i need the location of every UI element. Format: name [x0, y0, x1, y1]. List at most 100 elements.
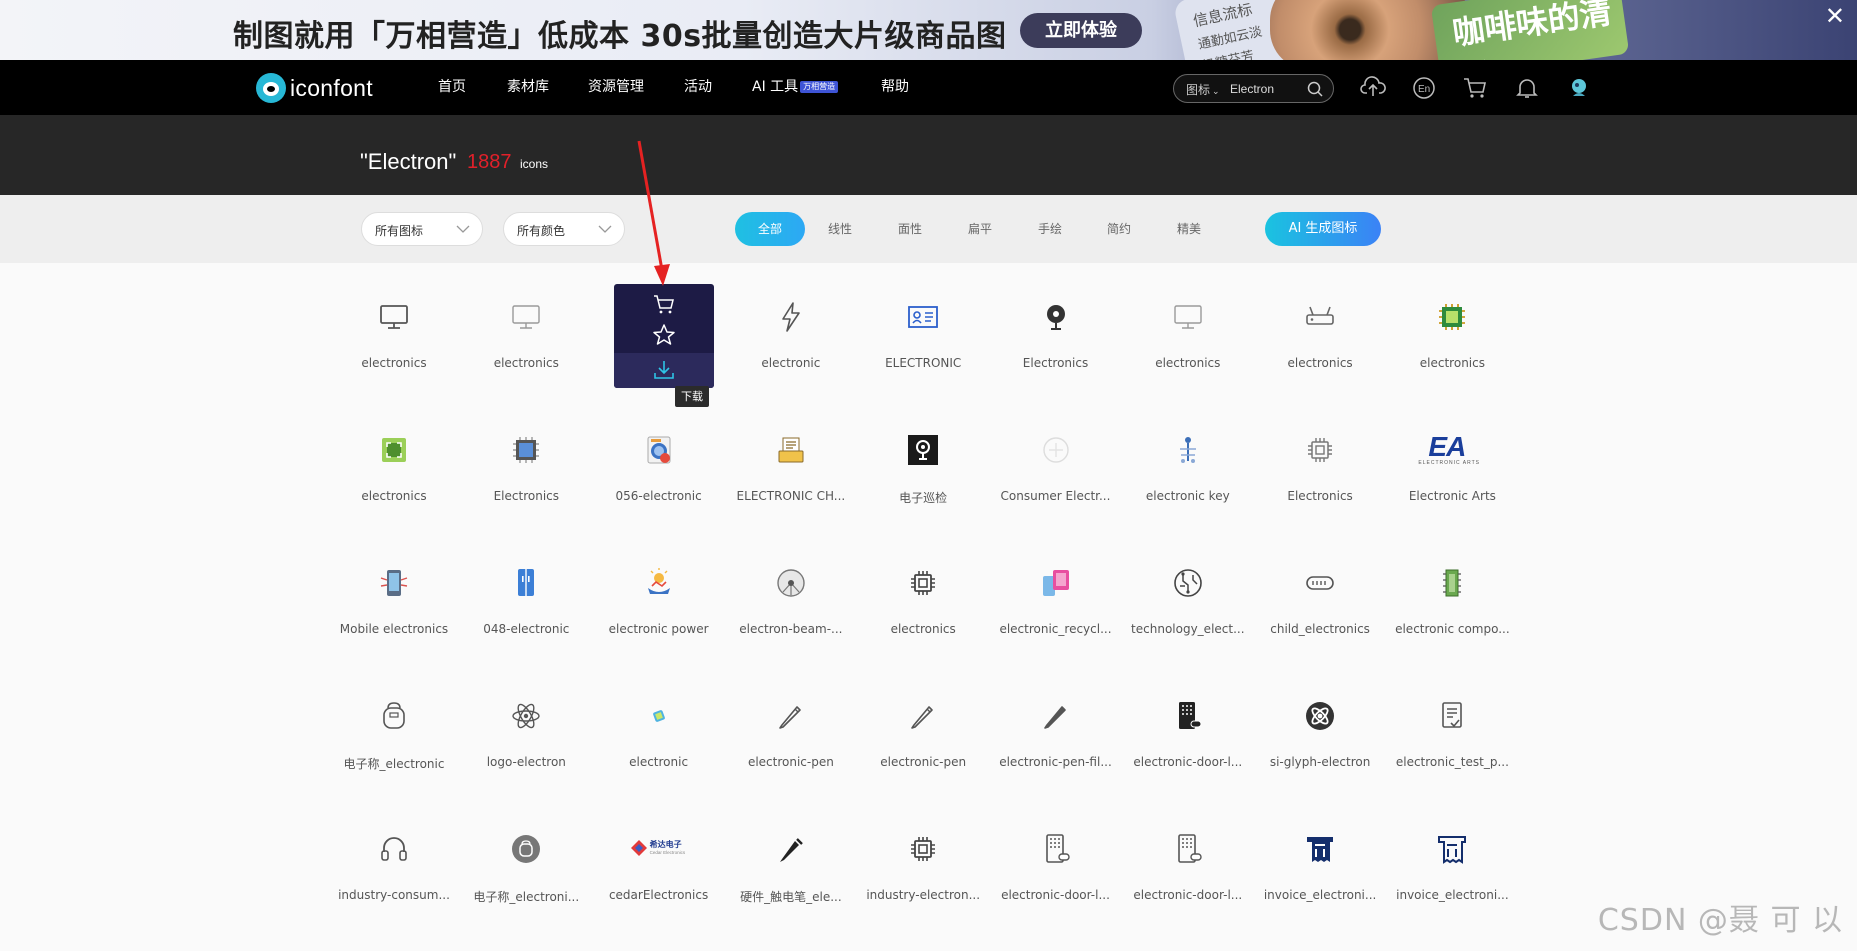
icon-card[interactable]: electronic_test_p... [1396, 679, 1509, 785]
search-scope-select[interactable]: 图标 ⌄ [1186, 81, 1220, 98]
icon-card[interactable]: electronics [873, 546, 973, 652]
style-tab-handdrawn[interactable]: 手绘 [1025, 212, 1075, 246]
icon-card[interactable]: industry-consum... [338, 812, 450, 918]
icon-card[interactable]: si-glyph-electron [1270, 679, 1370, 785]
download-zone[interactable] [614, 353, 714, 388]
icon-card[interactable]: electronic-pen [873, 679, 973, 785]
icon-label: 电子称_electroni... [473, 890, 580, 904]
icon-card[interactable]: ELECTRONIC CH... [737, 413, 845, 519]
color-select[interactable]: 所有颜色 [503, 212, 625, 246]
close-icon[interactable]: ✕ [1825, 2, 1845, 31]
banner-cta-button[interactable]: 立即体验 [1020, 13, 1142, 48]
icon-label: Electronics [1022, 356, 1089, 370]
icon-card[interactable]: electron-beam-... [739, 546, 842, 652]
style-tab-simple[interactable]: 简约 [1094, 212, 1144, 246]
language-en-icon[interactable]: En [1412, 76, 1436, 100]
ai-generate-button[interactable]: AI 生成图标 [1265, 212, 1381, 246]
cart-icon[interactable] [1462, 76, 1488, 100]
icon-card[interactable]: 电子称_electronic [344, 679, 444, 785]
search-input[interactable] [1230, 78, 1300, 100]
icon-card[interactable]: invoice_electroni... [1264, 812, 1376, 918]
icon-card[interactable]: 048-electronic [476, 546, 576, 652]
icon-card[interactable]: electronic key [1138, 413, 1238, 519]
monitor-icon [377, 300, 411, 334]
style-tab-line[interactable]: 线性 [815, 212, 865, 246]
nav-item-library[interactable]: 素材库 [507, 60, 549, 115]
icon-label: electronics [1419, 356, 1485, 370]
icon-card[interactable]: 056-electronic [609, 413, 709, 519]
consumer-icon [1039, 433, 1073, 467]
cart-icon[interactable] [652, 292, 676, 316]
icon-label: electronic-pen [747, 755, 834, 769]
icon-card[interactable]: electronic power [609, 546, 709, 652]
search-icon[interactable] [1307, 81, 1323, 97]
icon-card[interactable]: electronic [741, 280, 841, 386]
style-tab-all[interactable]: 全部 [735, 212, 805, 246]
icon-card[interactable]: invoice_electroni... [1396, 812, 1509, 918]
search-box[interactable]: 图标 ⌄ [1173, 74, 1334, 103]
icon-card[interactable]: Mobile electronics [340, 546, 448, 652]
icon-type-select[interactable]: 所有图标 [361, 212, 483, 246]
icon-card[interactable]: Electronics [1270, 413, 1370, 519]
bell-icon[interactable] [1515, 76, 1539, 100]
logo[interactable]: iconfont [256, 73, 373, 103]
nav-item-events[interactable]: 活动 [684, 60, 712, 115]
icon-card[interactable]: electronic compo... [1395, 546, 1510, 652]
icon-card[interactable]: ELECTRONIC [873, 280, 973, 386]
icon-label: electron-beam-... [739, 622, 843, 636]
icon-card[interactable]: child_electronics [1270, 546, 1370, 652]
icon-card[interactable]: electronics [344, 413, 444, 519]
icon-card[interactable]: electronics [1138, 280, 1238, 386]
icon-card[interactable]: electronics [344, 280, 444, 386]
avatar[interactable] [1567, 76, 1591, 100]
icon-card[interactable]: 希达电子 Cedar Electronics cedarElectronics [609, 812, 709, 918]
download-icon[interactable] [652, 358, 676, 382]
icon-card[interactable]: industry-electron... [866, 812, 980, 918]
icon-card[interactable]: electronics [476, 280, 576, 386]
icon-card[interactable]: electronics [1270, 280, 1370, 386]
icon-label: electronic [629, 755, 689, 769]
icon-card[interactable]: electronic-door-l... [1001, 812, 1110, 918]
icon-card[interactable]: Consumer Electr... [1001, 413, 1110, 519]
icon-card[interactable]: 电子称_electroni... [473, 812, 579, 918]
icon-label: electronics [890, 622, 956, 636]
door-black-icon [1171, 699, 1205, 733]
key-icon [1171, 433, 1205, 467]
icon-card[interactable]: electronic-pen-fil... [999, 679, 1112, 785]
style-tab-refined[interactable]: 精美 [1164, 212, 1214, 246]
nav-item-resources[interactable]: 资源管理 [588, 60, 644, 115]
test-icon [1435, 699, 1469, 733]
icon-card[interactable]: 电子巡检 [873, 413, 973, 519]
icon-card[interactable]: 硬件_触电笔_ele... [740, 812, 842, 918]
promo-banner[interactable]: 制图就用「万相营造」低成本 30s批量创造大片级商品图 立即体验 信息流标 通勤… [0, 0, 1857, 60]
chip-dark-icon [906, 832, 940, 866]
icon-label: industry-electron... [866, 888, 981, 902]
style-tab-flat[interactable]: 扁平 [955, 212, 1005, 246]
icon-card[interactable]: technology_elect... [1131, 546, 1245, 652]
banner-product-card: 咖啡味的清新 [1430, 0, 1630, 60]
icon-card[interactable]: electronics [1402, 280, 1502, 386]
result-unit: icons [520, 157, 549, 171]
icon-card[interactable]: electronic-door-l... [1133, 679, 1242, 785]
tester-icon [774, 832, 808, 866]
icon-card[interactable]: electronic_recycl... [999, 546, 1112, 652]
icon-card[interactable]: Electronics [476, 413, 576, 519]
icon-card[interactable]: electronic-door-l... [1133, 812, 1242, 918]
icon-card[interactable]: EA ELECTRONIC ARTS Electronic Arts [1402, 413, 1502, 519]
style-tab-fill[interactable]: 面性 [885, 212, 935, 246]
chevron-down-icon [456, 225, 470, 233]
icon-card[interactable]: electronic [609, 679, 709, 785]
icon-card[interactable]: electronic-pen [741, 679, 841, 785]
upload-cloud-icon[interactable] [1360, 76, 1386, 98]
nav-item-help[interactable]: 帮助 [881, 60, 909, 115]
ai-badge: 万相营造 [800, 81, 839, 93]
icon-card[interactable]: logo-electron [476, 679, 576, 785]
icon-label: Electronics [1287, 489, 1353, 503]
nav-item-ai-tools[interactable]: AI 工具 万相营造 [752, 60, 839, 115]
icon-label: electronic compo... [1395, 622, 1510, 636]
nav-item-home[interactable]: 首页 [438, 60, 466, 115]
icon-label: Mobile electronics [339, 622, 449, 636]
icon-hover-card[interactable] [614, 284, 714, 388]
icon-card[interactable]: Electronics [1006, 280, 1106, 386]
star-icon[interactable] [652, 323, 676, 347]
